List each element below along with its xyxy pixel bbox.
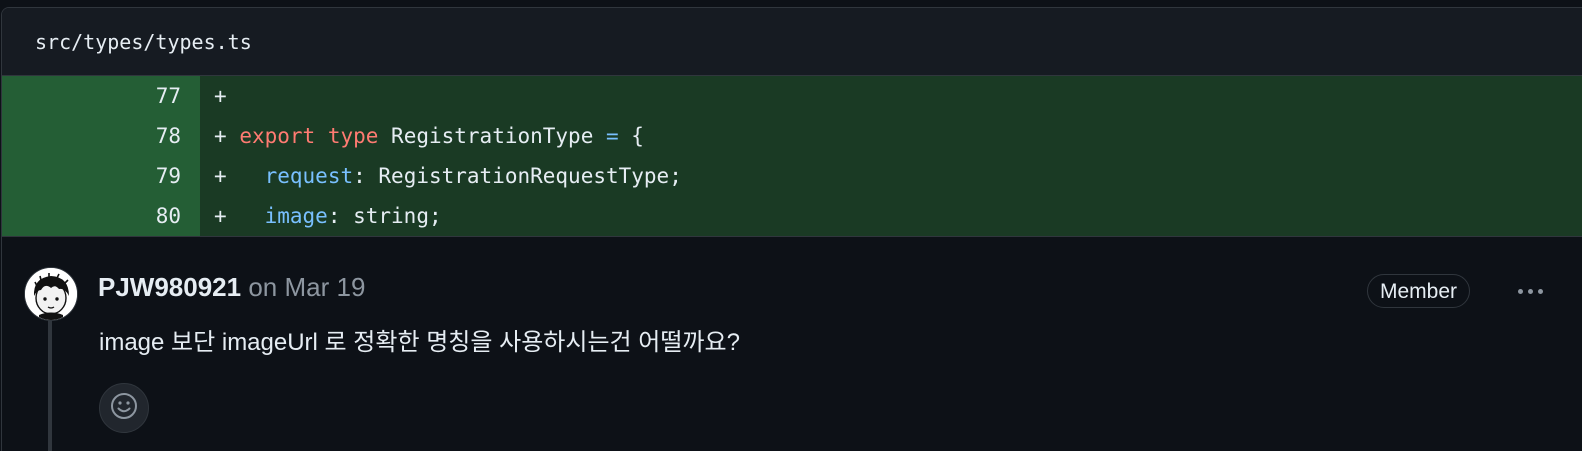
comment-body: image 보단 imageUrl 로 정확한 명칭을 사용하시는건 어떨까요? <box>99 329 740 356</box>
dot <box>1517 288 1523 294</box>
code-token: request <box>264 164 354 188</box>
code-token: : string; <box>327 204 442 228</box>
member-badge: Member <box>1367 274 1471 308</box>
code-line: + image: string; <box>200 196 1582 236</box>
diff-line[interactable]: 80 + image: string; <box>2 196 1582 236</box>
smiley-icon <box>109 391 139 426</box>
file-path[interactable]: src/types/types.ts <box>35 30 252 54</box>
code-token: RegistrationType <box>378 124 606 148</box>
code-token: export <box>239 124 316 148</box>
dot <box>1537 288 1543 294</box>
diff-line[interactable]: 79 + request: RegistrationRequestType; <box>2 156 1582 196</box>
code-token: { <box>618 124 644 148</box>
add-reaction-button[interactable] <box>99 383 149 433</box>
code-token: image <box>264 204 328 228</box>
added-marker: + <box>214 84 227 108</box>
comment: PJW980921 on Mar 19 Member image 보단 imag… <box>2 237 1582 451</box>
diff-line[interactable]: 77 + <box>2 76 1582 116</box>
added-marker: + <box>214 204 227 228</box>
line-number[interactable]: 80 <box>2 196 200 236</box>
kebab-horizontal-icon[interactable] <box>1508 274 1552 308</box>
line-number[interactable]: 77 <box>2 76 200 116</box>
review-comment-card: src/types/types.ts 77 + 78 + export type R… <box>1 7 1582 451</box>
code-token: : RegistrationRequestType; <box>353 164 682 188</box>
comment-timestamp[interactable]: on Mar 19 <box>248 272 365 302</box>
thread-line <box>48 309 52 451</box>
line-number[interactable]: 78 <box>2 116 200 156</box>
code-token: type <box>327 124 379 148</box>
code-line: + request: RegistrationRequestType; <box>200 156 1582 196</box>
line-number[interactable]: 79 <box>2 156 200 196</box>
dot <box>1527 288 1533 294</box>
user-avatar-icon[interactable] <box>24 267 78 321</box>
code-token: = <box>605 124 619 148</box>
diff-hunk: 77 + 78 + export type RegistrationType = {… <box>2 76 1582 237</box>
code-line: + export type RegistrationType = { <box>200 116 1582 156</box>
added-marker: + <box>214 164 227 188</box>
added-marker: + <box>214 124 227 148</box>
author-link[interactable]: PJW980921 <box>98 272 241 302</box>
code-line: + <box>200 76 1582 116</box>
comment-header: PJW980921 on Mar 19 <box>98 271 365 303</box>
diff-line[interactable]: 78 + export type RegistrationType = { <box>2 116 1582 156</box>
file-path-header[interactable]: src/types/types.ts <box>2 8 1582 76</box>
